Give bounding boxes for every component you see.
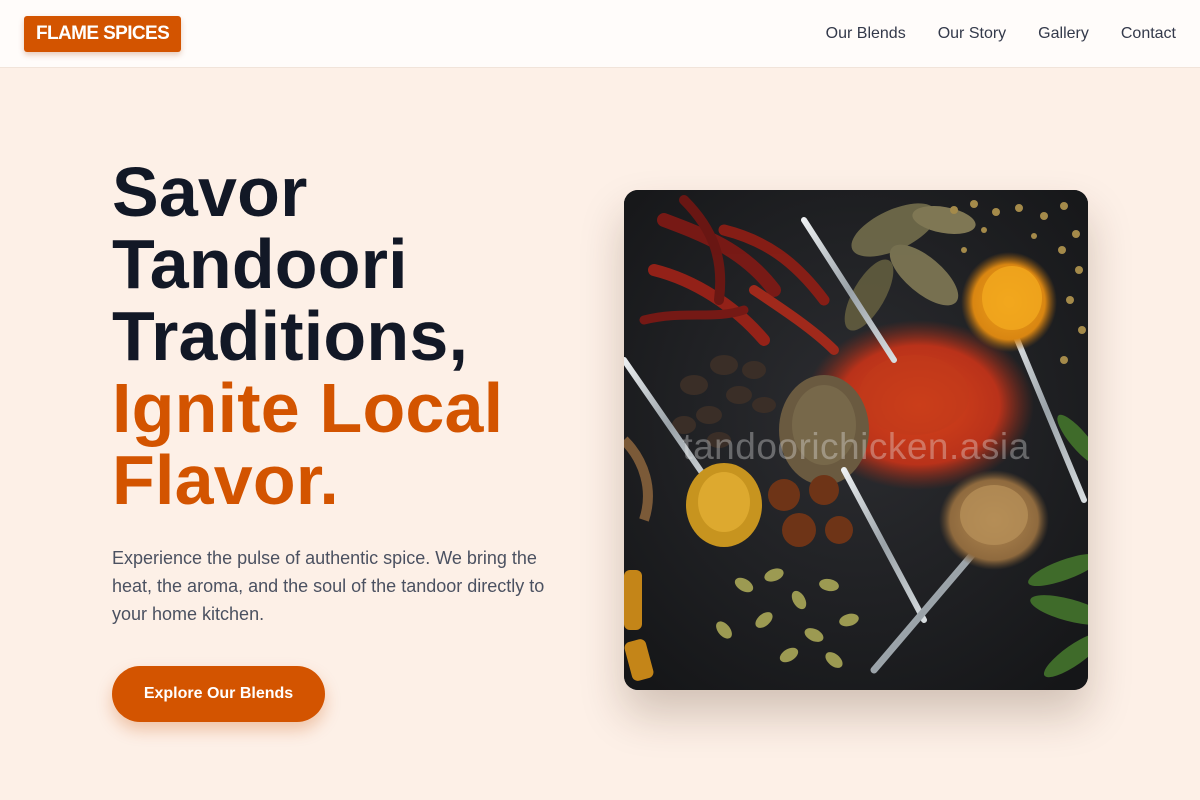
- nav-link-our-story[interactable]: Our Story: [938, 25, 1006, 43]
- image-watermark: tandoorichicken.asia: [682, 426, 1030, 467]
- hero-spice-image: tandoorichicken.asia: [624, 190, 1088, 690]
- hero-text: Savor Tandoori Traditions, Ignite Local …: [112, 156, 572, 628]
- explore-blends-button[interactable]: Explore Our Blends: [112, 666, 325, 722]
- brand-logo[interactable]: FLAME SPICES: [24, 15, 182, 52]
- headline-accent-line: Ignite Local: [112, 369, 504, 447]
- headline-line: Tandoori: [112, 225, 408, 303]
- hero-description: Experience the pulse of authentic spice.…: [112, 548, 545, 624]
- nav-link-our-blends[interactable]: Our Blends: [826, 25, 906, 43]
- site-header: FLAME SPICES Our Blends Our Story Galler…: [0, 0, 1200, 68]
- headline-line: Savor: [112, 153, 308, 231]
- nav-link-gallery[interactable]: Gallery: [1038, 25, 1089, 43]
- headline-line: Traditions,: [112, 297, 469, 375]
- hero-headline: Savor Tandoori Traditions, Ignite Local …: [112, 156, 572, 516]
- headline-accent-line: Flavor.: [112, 441, 340, 519]
- main-nav: Our Blends Our Story Gallery Contact: [826, 25, 1176, 43]
- nav-link-contact[interactable]: Contact: [1121, 25, 1176, 43]
